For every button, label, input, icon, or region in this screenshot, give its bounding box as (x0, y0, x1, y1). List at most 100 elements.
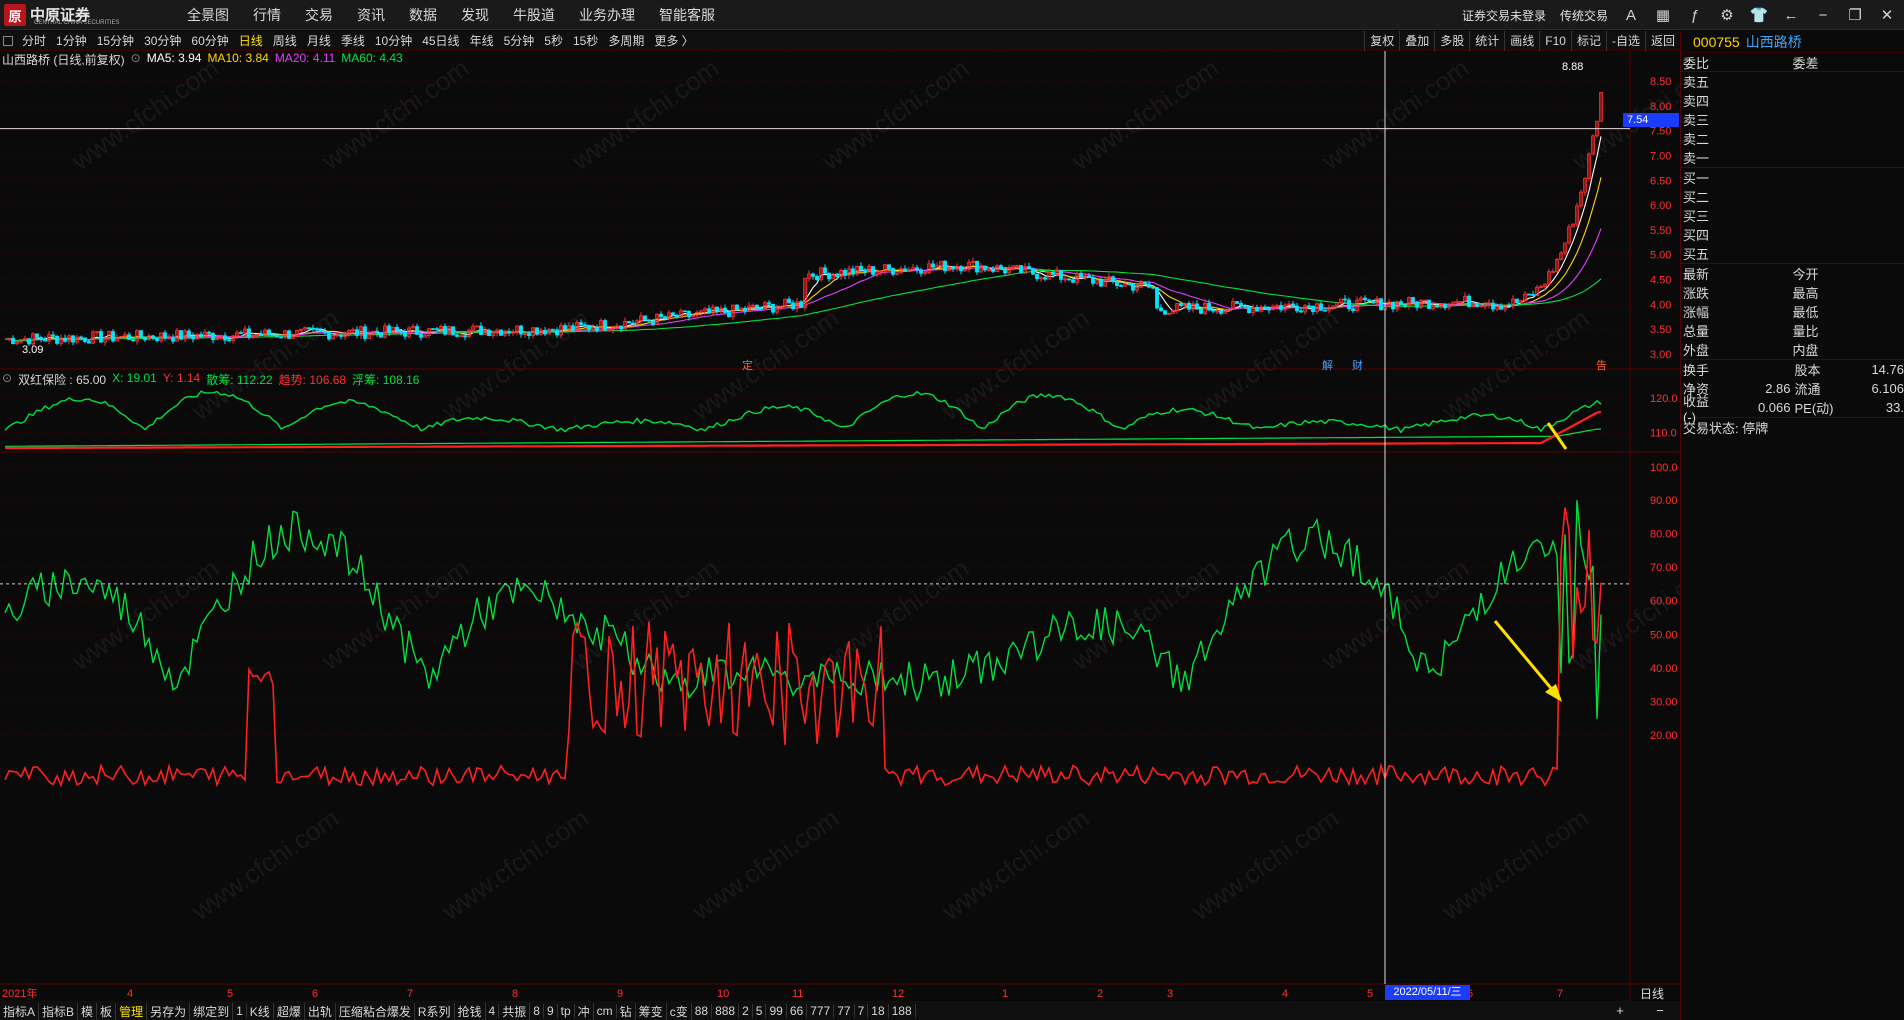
nav-item-6[interactable]: 牛股道 (501, 0, 567, 30)
trade-login-link[interactable]: 证券交易未登录 (1462, 7, 1546, 24)
bottom-tab-0[interactable]: 指标A (0, 1002, 40, 1020)
bottom-tab-7[interactable]: 1 (233, 1004, 247, 1018)
chart-canvas[interactable]: www.cfchi.com www.cfchi.com www.cfchi.com w… (0, 51, 1844, 1001)
bottom-tab-30[interactable]: 777 (807, 1004, 835, 1018)
nav-item-0[interactable]: 全景图 (175, 0, 241, 30)
font-size-icon[interactable]: A (1622, 6, 1640, 24)
nav-item-5[interactable]: 发现 (449, 0, 501, 30)
skin-icon[interactable]: 👕 (1750, 6, 1769, 24)
marker-cai[interactable]: 财 (1352, 357, 1363, 373)
period-13[interactable]: 5秒 (539, 32, 568, 49)
bottom-tab-2[interactable]: 模 (78, 1002, 98, 1020)
period-9[interactable]: 10分钟 (370, 32, 417, 49)
period-3[interactable]: 30分钟 (139, 32, 186, 49)
candle-body (143, 336, 147, 341)
panel-toggle-icon[interactable] (3, 35, 13, 46)
bottom-tab-3[interactable]: 板 (97, 1002, 117, 1020)
settings-icon[interactable]: ⚙ (1718, 6, 1736, 24)
bottom-tab-25[interactable]: 888 (712, 1004, 740, 1018)
bottom-tab-32[interactable]: 7 (855, 1004, 869, 1018)
bottom-tab-1[interactable]: 指标B (39, 1002, 79, 1020)
period-16[interactable]: 更多 〉 (649, 32, 698, 49)
period-8[interactable]: 季线 (336, 32, 370, 49)
bottom-tab-28[interactable]: 99 (766, 1004, 787, 1018)
price-tick: 7.00 (1650, 150, 1671, 162)
marker-ding[interactable]: 定 (742, 357, 753, 373)
bottom-tab-17[interactable]: 9 (544, 1004, 558, 1018)
bottom-tab-23[interactable]: c变 (667, 1002, 692, 1020)
bottom-tab-33[interactable]: 18 (868, 1004, 889, 1018)
period-2[interactable]: 15分钟 (92, 32, 139, 49)
bottom-tab-5[interactable]: 另存为 (147, 1002, 191, 1020)
period-10[interactable]: 45日线 (417, 32, 464, 49)
grid-icon[interactable]: ▦ (1654, 6, 1672, 24)
period-6[interactable]: 周线 (268, 32, 302, 49)
period-1[interactable]: 1分钟 (51, 32, 92, 49)
restore-icon[interactable]: ❐ (1846, 6, 1864, 24)
minimize-icon[interactable]: − (1814, 6, 1832, 24)
bottom-tab-18[interactable]: tp (558, 1004, 575, 1018)
bottom-tab-27[interactable]: 5 (753, 1004, 767, 1018)
period-14[interactable]: 15秒 (568, 32, 603, 49)
bottom-tab-14[interactable]: 4 (486, 1004, 500, 1018)
bottom-tab-11[interactable]: 压缩粘合爆发 (336, 1002, 415, 1020)
period-11[interactable]: 年线 (465, 32, 499, 49)
settings-small-icon[interactable]: ⊙ (131, 51, 141, 68)
bottom-tab-22[interactable]: 筹变 (636, 1002, 667, 1020)
nav-item-2[interactable]: 交易 (293, 0, 345, 30)
nav-item-7[interactable]: 业务办理 (567, 0, 647, 30)
back-arrow-icon[interactable]: ← (1782, 6, 1800, 24)
bottom-tab-31[interactable]: 77 (834, 1004, 855, 1018)
bottom-tab-12[interactable]: R系列 (415, 1002, 455, 1020)
traditional-trade-link[interactable]: 传统交易 (1560, 7, 1608, 24)
close-icon[interactable]: ✕ (1878, 6, 1896, 24)
tool-button-5[interactable]: F10 (1539, 31, 1571, 51)
tool-button-0[interactable]: 复权 (1364, 31, 1399, 51)
nav-item-1[interactable]: 行情 (241, 0, 293, 30)
bottom-tab-13[interactable]: 抢钱 (455, 1002, 486, 1020)
candle-body (727, 312, 731, 318)
bottom-tab-10[interactable]: 出轨 (305, 1002, 336, 1020)
nav-item-3[interactable]: 资讯 (345, 0, 397, 30)
period-12[interactable]: 5分钟 (499, 32, 540, 49)
bottom-tab-26[interactable]: 2 (739, 1004, 753, 1018)
tool-button-8[interactable]: 返回 (1644, 31, 1680, 51)
tool-button-3[interactable]: 统计 (1469, 31, 1504, 51)
candle-body (1323, 309, 1327, 312)
marker-jie[interactable]: 解 (1322, 357, 1333, 373)
bottom-tab-8[interactable]: K线 (247, 1002, 274, 1020)
nav-item-8[interactable]: 智能客服 (647, 0, 727, 30)
zoom-in-button[interactable]: + (1616, 1003, 1624, 1018)
formula-icon[interactable]: ƒ (1686, 6, 1704, 24)
bottom-tab-9[interactable]: 超爆 (274, 1002, 305, 1020)
period-5[interactable]: 日线 (234, 32, 268, 49)
period-7[interactable]: 月线 (302, 32, 336, 49)
bottom-tab-6[interactable]: 绑定到 (190, 1002, 234, 1020)
nav-item-4[interactable]: 数据 (397, 0, 449, 30)
chart-area[interactable]: www.cfchi.com www.cfchi.com www.cfchi.com w… (0, 51, 1844, 1001)
tool-button-2[interactable]: 多股 (1434, 31, 1469, 51)
bottom-tab-20[interactable]: cm (594, 1004, 617, 1018)
indicator-settings-icon[interactable]: ⊙ (2, 371, 12, 388)
period-4[interactable]: 60分钟 (186, 32, 233, 49)
bottom-tab-16[interactable]: 8 (530, 1004, 544, 1018)
bottom-tab-24[interactable]: 88 (692, 1004, 713, 1018)
bottom-tab-34[interactable]: 188 (889, 1004, 916, 1018)
tool-button-4[interactable]: 画线 (1504, 31, 1539, 51)
candle-body (851, 268, 855, 275)
period-0[interactable]: 分时 (17, 32, 51, 49)
tool-button-6[interactable]: 标记 (1570, 31, 1606, 51)
bottom-tab-4[interactable]: 管理 (116, 1002, 148, 1020)
period-15[interactable]: 多周期 (603, 32, 649, 49)
bottom-tab-29[interactable]: 66 (787, 1004, 808, 1018)
tool-button-1[interactable]: 叠加 (1399, 31, 1434, 51)
sell-label: 卖二 (1683, 132, 1710, 147)
bottom-tab-15[interactable]: 共振 (499, 1002, 531, 1020)
tool-button-7[interactable]: -自选 (1605, 31, 1645, 51)
zoom-out-button[interactable]: − (1656, 1003, 1664, 1018)
bottom-tab-19[interactable]: 冲 (575, 1002, 594, 1020)
candle-body (1527, 293, 1531, 296)
bottom-tab-21[interactable]: 钻 (617, 1002, 636, 1020)
marker-gaobei[interactable]: 告 (1596, 357, 1607, 373)
stat-k2: PE(动) (1794, 401, 1834, 416)
